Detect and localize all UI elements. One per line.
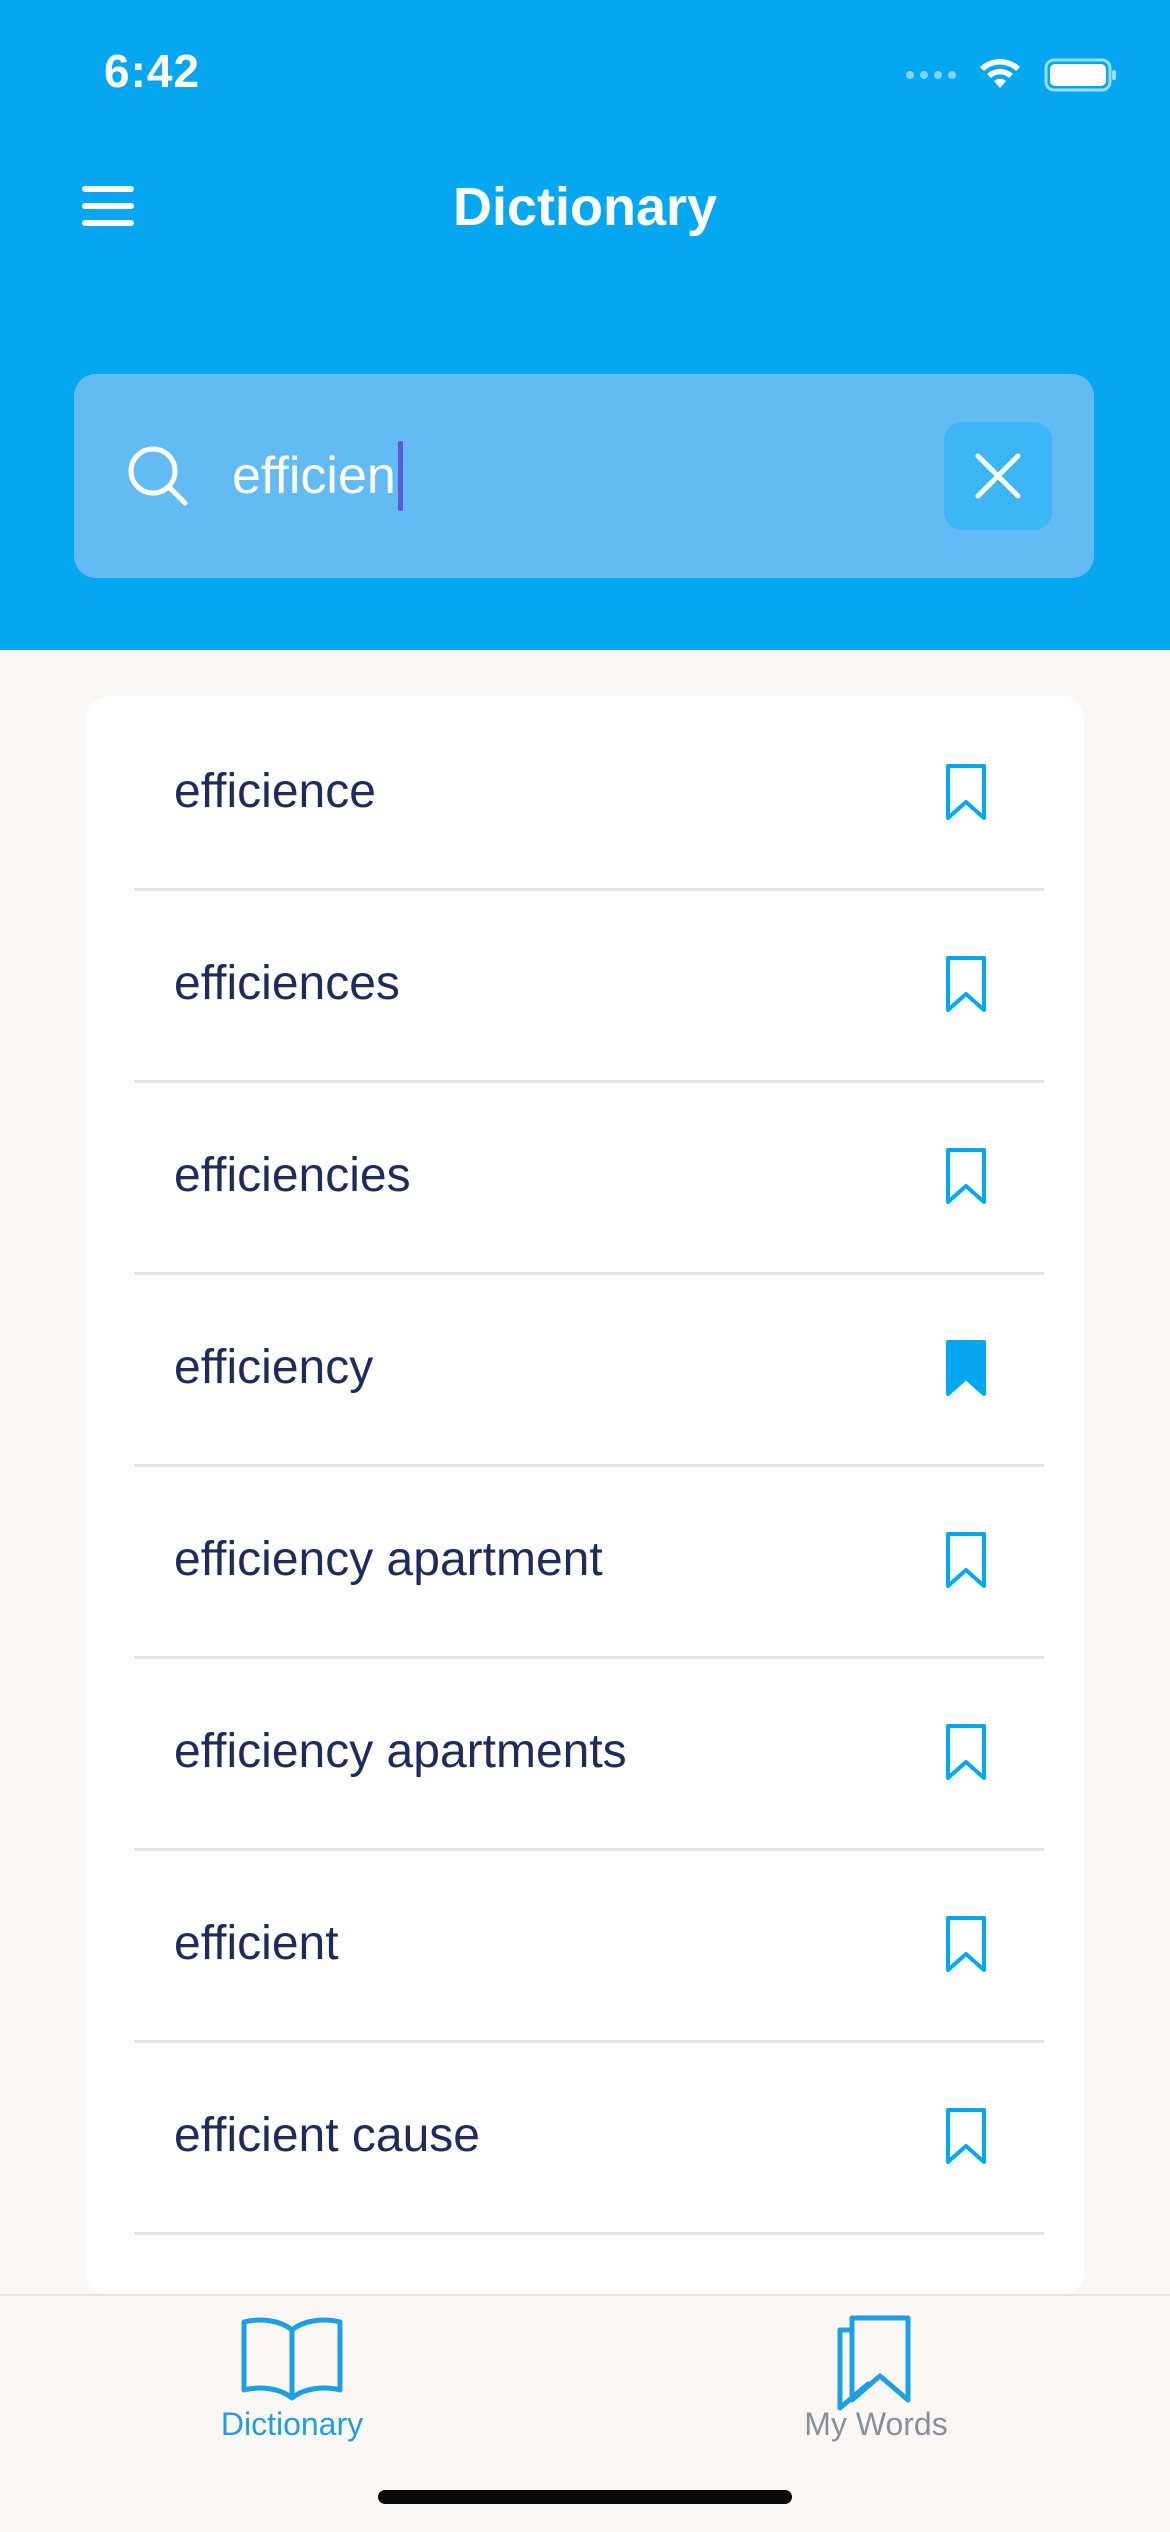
open-book-icon [241, 2317, 343, 2401]
list-item[interactable]: efficiences [134, 888, 1044, 1083]
tab-label: My Words [804, 2406, 948, 2442]
cellular-signal-icon [906, 71, 956, 79]
bookmark-outline-icon[interactable] [944, 2106, 988, 2166]
word-label: efficiencies [174, 1149, 411, 1202]
word-label: efficiency apartments [174, 1725, 627, 1778]
bookmark-outline-icon[interactable] [944, 1530, 988, 1590]
list-item[interactable]: efficiency apartment [134, 1464, 1044, 1659]
bookmark-outline-icon[interactable] [944, 954, 988, 1014]
screen: 6:42 Dictionary efficien efficience effi… [0, 0, 1170, 2532]
text-caret [397, 441, 403, 511]
close-icon [975, 453, 1021, 499]
app-header: 6:42 Dictionary efficien [0, 0, 1170, 650]
battery-icon [1044, 58, 1116, 92]
list-item[interactable]: efficient cause [134, 2040, 1044, 2235]
status-icons [906, 50, 1118, 100]
list-item[interactable]: efficiencies [134, 1080, 1044, 1275]
bookmarks-icon [837, 2315, 911, 2411]
list-item[interactable]: efficiency [134, 1272, 1044, 1467]
word-label: efficient cause [174, 2109, 480, 2162]
bookmark-outline-icon[interactable] [944, 1146, 988, 1206]
clear-search-button[interactable] [944, 422, 1052, 530]
word-label: efficiency [174, 1341, 374, 1394]
search-bar[interactable]: efficien [74, 374, 1094, 578]
status-time: 6:42 [104, 45, 201, 97]
wifi-icon [980, 59, 1020, 88]
word-label: efficient [174, 1917, 339, 1970]
page-title: Dictionary [452, 177, 718, 237]
tab-my-words[interactable]: My Words [726, 2296, 1026, 2476]
word-label: efficiency apartment [174, 1533, 603, 1586]
tab-label: Dictionary [220, 2406, 364, 2442]
bookmark-outline-icon[interactable] [944, 762, 988, 822]
word-label: efficiences [174, 957, 400, 1010]
list-item[interactable]: efficience [134, 696, 1044, 891]
results-list: efficience efficiences efficiencies effi… [86, 696, 1084, 2296]
home-indicator[interactable] [378, 2490, 792, 2504]
bookmark-outline-icon[interactable] [944, 1914, 988, 1974]
search-icon [128, 446, 188, 506]
list-item[interactable]: efficiency apartments [134, 1656, 1044, 1851]
word-label: efficience [174, 765, 376, 818]
bookmark-outline-icon[interactable] [944, 1722, 988, 1782]
search-input[interactable]: efficien [232, 436, 403, 516]
search-input-value: efficien [232, 447, 396, 505]
bookmark-filled-icon[interactable] [944, 1338, 988, 1398]
tab-dictionary[interactable]: Dictionary [142, 2296, 442, 2476]
list-item[interactable]: efficient [134, 1848, 1044, 2043]
